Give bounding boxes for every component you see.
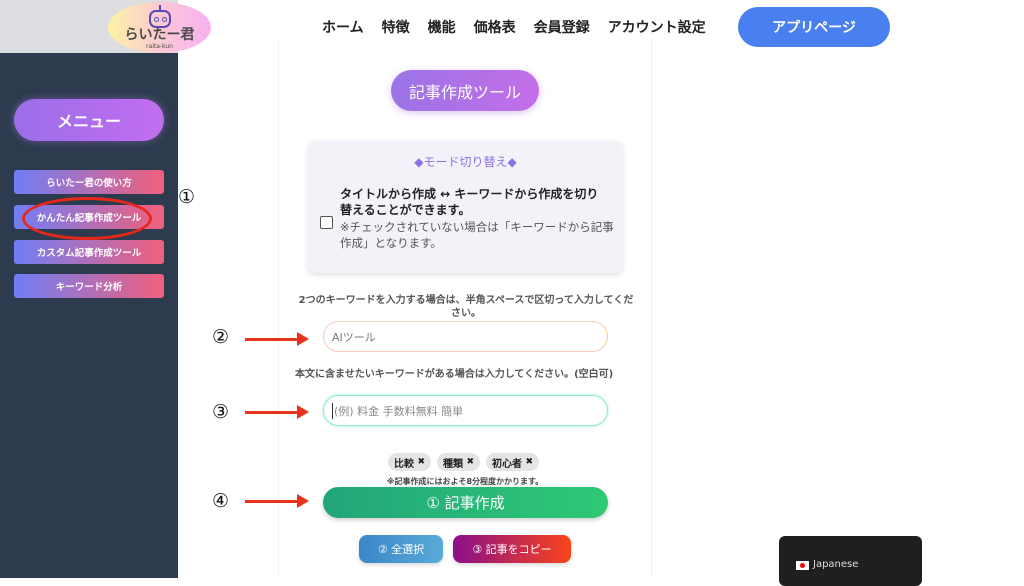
mode-checkbox[interactable] bbox=[320, 216, 333, 229]
highlight-circle bbox=[22, 197, 152, 240]
include-keyword-placeholder: (例) 料金 手数料無料 簡単 bbox=[332, 402, 464, 419]
arrow-icon bbox=[245, 494, 309, 508]
language-label: Japanese bbox=[813, 559, 859, 570]
step-2-marker: ② bbox=[212, 326, 230, 348]
logo[interactable]: らいたー君 raita-kun bbox=[108, 2, 211, 53]
step-3-marker: ③ bbox=[212, 401, 230, 423]
nav-account-settings[interactable]: アカウント設定 bbox=[608, 17, 706, 37]
remove-tag-icon[interactable]: ✖ bbox=[466, 457, 474, 467]
japan-flag-icon bbox=[796, 561, 809, 570]
keyword-input-value: AIツール bbox=[332, 330, 376, 344]
include-keyword-input[interactable]: (例) 料金 手数料無料 簡単 bbox=[323, 395, 608, 426]
sidebar-item-custom-article-tool[interactable]: カスタム記事作成ツール bbox=[14, 240, 164, 264]
remove-tag-icon[interactable]: ✖ bbox=[525, 457, 533, 467]
remove-tag-icon[interactable]: ✖ bbox=[417, 457, 425, 467]
select-all-button[interactable]: ② 全選択 bbox=[359, 535, 443, 563]
tag-label: 種類 bbox=[443, 458, 463, 470]
arrow-icon bbox=[245, 405, 309, 419]
robot-icon bbox=[148, 5, 171, 28]
mode-title: ◆モード切り替え◆ bbox=[414, 155, 517, 169]
include-keyword-label: 本文に含ませたいキーワードがある場合は入力してください。(空白可) bbox=[295, 369, 614, 380]
logo-title: らいたー君 bbox=[124, 27, 195, 43]
menu-button[interactable]: メニュー bbox=[14, 99, 164, 141]
arrow-icon bbox=[245, 332, 309, 346]
top-nav: ホーム 特徴 機能 価格表 会員登録 アカウント設定 bbox=[322, 17, 724, 37]
tool-title: 記事作成ツール bbox=[391, 70, 539, 111]
language-selector[interactable]: Japanese bbox=[779, 536, 922, 586]
mode-description: タイトルから作成 ↔ キーワードから作成を切り替えることができます。 bbox=[340, 187, 599, 217]
keyword-label: 2つのキーワードを入力する場合は、半角スペースで区切って入力してください。 bbox=[298, 295, 634, 319]
tag-chip: 種類 ✖ bbox=[437, 453, 481, 471]
nav-home[interactable]: ホーム bbox=[322, 17, 364, 37]
create-article-button[interactable]: ① 記事作成 bbox=[323, 487, 608, 518]
nav-register[interactable]: 会員登録 bbox=[534, 17, 590, 37]
tag-chip: 比較 ✖ bbox=[388, 453, 432, 471]
step-4-marker: ④ bbox=[212, 490, 230, 512]
sidebar-item-how-to-use[interactable]: らいたー君の使い方 bbox=[14, 170, 164, 194]
time-note: ※記事作成にはおよそ8分程度かかります。 bbox=[386, 477, 544, 486]
tag-label: 初心者 bbox=[492, 458, 522, 470]
step-1-marker: ① bbox=[178, 186, 196, 208]
mode-note: ※チェックされていない場合は「キーワードから記事作成」となります。 bbox=[340, 220, 614, 250]
mode-switch-panel: ◆モード切り替え◆ タイトルから作成 ↔ キーワードから作成を切り替えることがで… bbox=[308, 141, 623, 273]
sidebar-item-keyword-analysis[interactable]: キーワード分析 bbox=[14, 274, 164, 298]
nav-features[interactable]: 特徴 bbox=[382, 17, 410, 37]
nav-pricing[interactable]: 価格表 bbox=[474, 17, 516, 37]
tag-label: 比較 bbox=[394, 458, 414, 470]
logo-subtitle: raita-kun bbox=[146, 43, 173, 50]
app-page-button[interactable]: アプリページ bbox=[738, 7, 890, 47]
nav-functions[interactable]: 機能 bbox=[428, 17, 456, 37]
copy-article-button[interactable]: ③ 記事をコピー bbox=[453, 535, 571, 563]
tag-chip: 初心者 ✖ bbox=[486, 453, 540, 471]
keyword-input[interactable]: AIツール bbox=[323, 321, 608, 352]
